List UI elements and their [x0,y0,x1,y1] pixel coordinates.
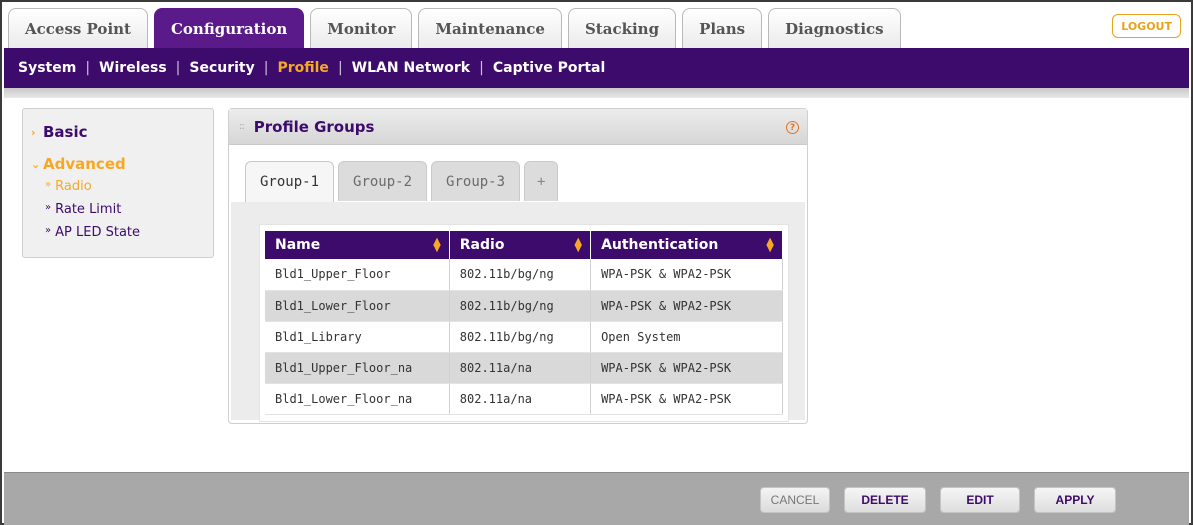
cell-radio: 802.11a/na [449,352,592,384]
table-row[interactable]: Bld1_Library 802.11b/bg/ng Open System [265,321,783,353]
sort-icon: ▲ ▼ [574,236,583,254]
cell-authentication: WPA-PSK & WPA2-PSK [590,259,783,291]
chevron-right-icon: › [31,125,36,139]
delete-button[interactable]: DELETE [844,487,926,513]
tab-plans[interactable]: Plans [682,8,763,48]
left-menu: › Basic ⌄ Advanced » Radio » Rate Limit … [22,108,214,258]
subnav-separator: | [175,60,181,76]
tab-monitor[interactable]: Monitor [310,8,413,48]
cell-radio: 802.11b/bg/ng [449,259,592,291]
help-icon[interactable]: ? [786,121,799,134]
subnav-profile[interactable]: Profile [277,60,328,76]
tab-group-1[interactable]: Group-1 [245,161,335,202]
column-header-authentication[interactable]: Authentication ▲ ▼ [590,231,783,259]
double-arrow-icon: » [45,225,52,236]
tab-stacking[interactable]: Stacking [567,8,677,48]
tab-maintenance[interactable]: Maintenance [418,8,562,48]
column-header-radio[interactable]: Radio ▲ ▼ [449,231,592,259]
top-tab-bar: Access Point Configuration Monitor Maint… [8,8,901,48]
menu-advanced-label: Advanced [43,155,126,173]
cell-radio: 802.11b/bg/ng [449,290,592,322]
panel-title: Profile Groups [253,117,375,136]
subnav-captive-portal[interactable]: Captive Portal [493,60,605,76]
menu-item-label: Rate Limit [55,202,122,217]
table-header-row: Name ▲ ▼ Radio ▲ ▼ Authentication ▲ ▼ [265,231,783,259]
tab-configuration[interactable]: Configuration [153,8,305,48]
panel-header: :: Profile Groups ? [229,109,807,145]
profile-table: Name ▲ ▼ Radio ▲ ▼ Authentication ▲ ▼ Bl… [265,231,783,415]
grip-icon: :: [239,121,245,132]
edit-button[interactable]: EDIT [940,487,1020,513]
sort-icon: ▲ ▼ [766,236,774,254]
cell-radio: 802.11b/bg/ng [449,321,592,353]
subnav-separator: | [263,60,269,76]
cell-authentication: WPA-PSK & WPA2-PSK [590,352,783,384]
add-group-tab[interactable]: + [524,161,559,201]
menu-basic[interactable]: › Basic [31,123,213,141]
subnav-wireless[interactable]: Wireless [99,60,167,76]
column-header-name[interactable]: Name ▲ ▼ [265,231,450,259]
cancel-button[interactable]: CANCEL [760,487,830,513]
double-arrow-icon: » [45,202,52,213]
cell-radio: 802.11a/na [449,383,592,415]
cell-name: Bld1_Upper_Floor_na [265,352,450,384]
subnav-separator: | [479,60,484,76]
menu-item-ap-led-state[interactable]: » AP LED State [45,225,213,240]
chevron-down-icon: ⌄ [31,157,41,171]
subnav-system[interactable]: System [18,60,76,76]
cell-authentication: Open System [590,321,783,353]
cell-name: Bld1_Upper_Floor [265,259,450,291]
menu-item-rate-limit[interactable]: » Rate Limit [45,202,213,217]
cell-name: Bld1_Library [265,321,450,353]
tab-access-point[interactable]: Access Point [8,8,148,48]
table-row[interactable]: Bld1_Upper_Floor_na 802.11a/na WPA-PSK &… [265,352,783,384]
apply-button[interactable]: APPLY [1034,487,1116,513]
logout-button[interactable]: LOGOUT [1112,14,1181,38]
profile-groups-panel: :: Profile Groups ? Group-1 Group-2 Grou… [228,108,808,424]
subnav-separator: | [85,60,91,76]
menu-item-label: Radio [55,179,92,194]
column-header-label: Radio [459,237,505,253]
tab-diagnostics[interactable]: Diagnostics [768,8,901,48]
sort-icon: ▲ ▼ [433,236,441,254]
group-tab-bar: Group-1 Group-2 Group-3 + [245,161,559,202]
cell-authentication: WPA-PSK & WPA2-PSK [590,383,783,415]
cell-authentication: WPA-PSK & WPA2-PSK [590,290,783,322]
menu-advanced[interactable]: ⌄ Advanced [31,155,213,173]
profile-table-container: Name ▲ ▼ Radio ▲ ▼ Authentication ▲ ▼ Bl… [259,224,789,422]
menu-basic-label: Basic [43,123,88,141]
sub-navigation-bar: System | Wireless | Security | Profile |… [4,48,1189,88]
subnav-separator: | [337,60,343,76]
footer-action-bar: CANCEL DELETE EDIT APPLY [4,472,1189,525]
cell-name: Bld1_Lower_Floor [265,290,450,322]
table-row[interactable]: Bld1_Lower_Floor_na 802.11a/na WPA-PSK &… [265,383,783,415]
tab-group-2[interactable]: Group-2 [338,161,428,201]
menu-item-radio[interactable]: » Radio [45,179,213,194]
column-header-label: Name [275,237,321,253]
subnav-wlan-network[interactable]: WLAN Network [352,60,470,76]
table-row[interactable]: Bld1_Upper_Floor 802.11b/bg/ng WPA-PSK &… [265,259,783,291]
subnav-security[interactable]: Security [189,60,254,76]
table-row[interactable]: Bld1_Lower_Floor 802.11b/bg/ng WPA-PSK &… [265,290,783,322]
cell-name: Bld1_Lower_Floor_na [265,383,450,415]
column-header-label: Authentication [601,237,719,253]
table-area: Name ▲ ▼ Radio ▲ ▼ Authentication ▲ ▼ Bl… [231,202,805,422]
menu-item-label: AP LED State [55,225,140,240]
double-arrow-icon: » [45,179,52,190]
header-divider [4,88,1189,98]
tab-group-3[interactable]: Group-3 [431,161,521,201]
app-frame: Access Point Configuration Monitor Maint… [0,0,1193,525]
